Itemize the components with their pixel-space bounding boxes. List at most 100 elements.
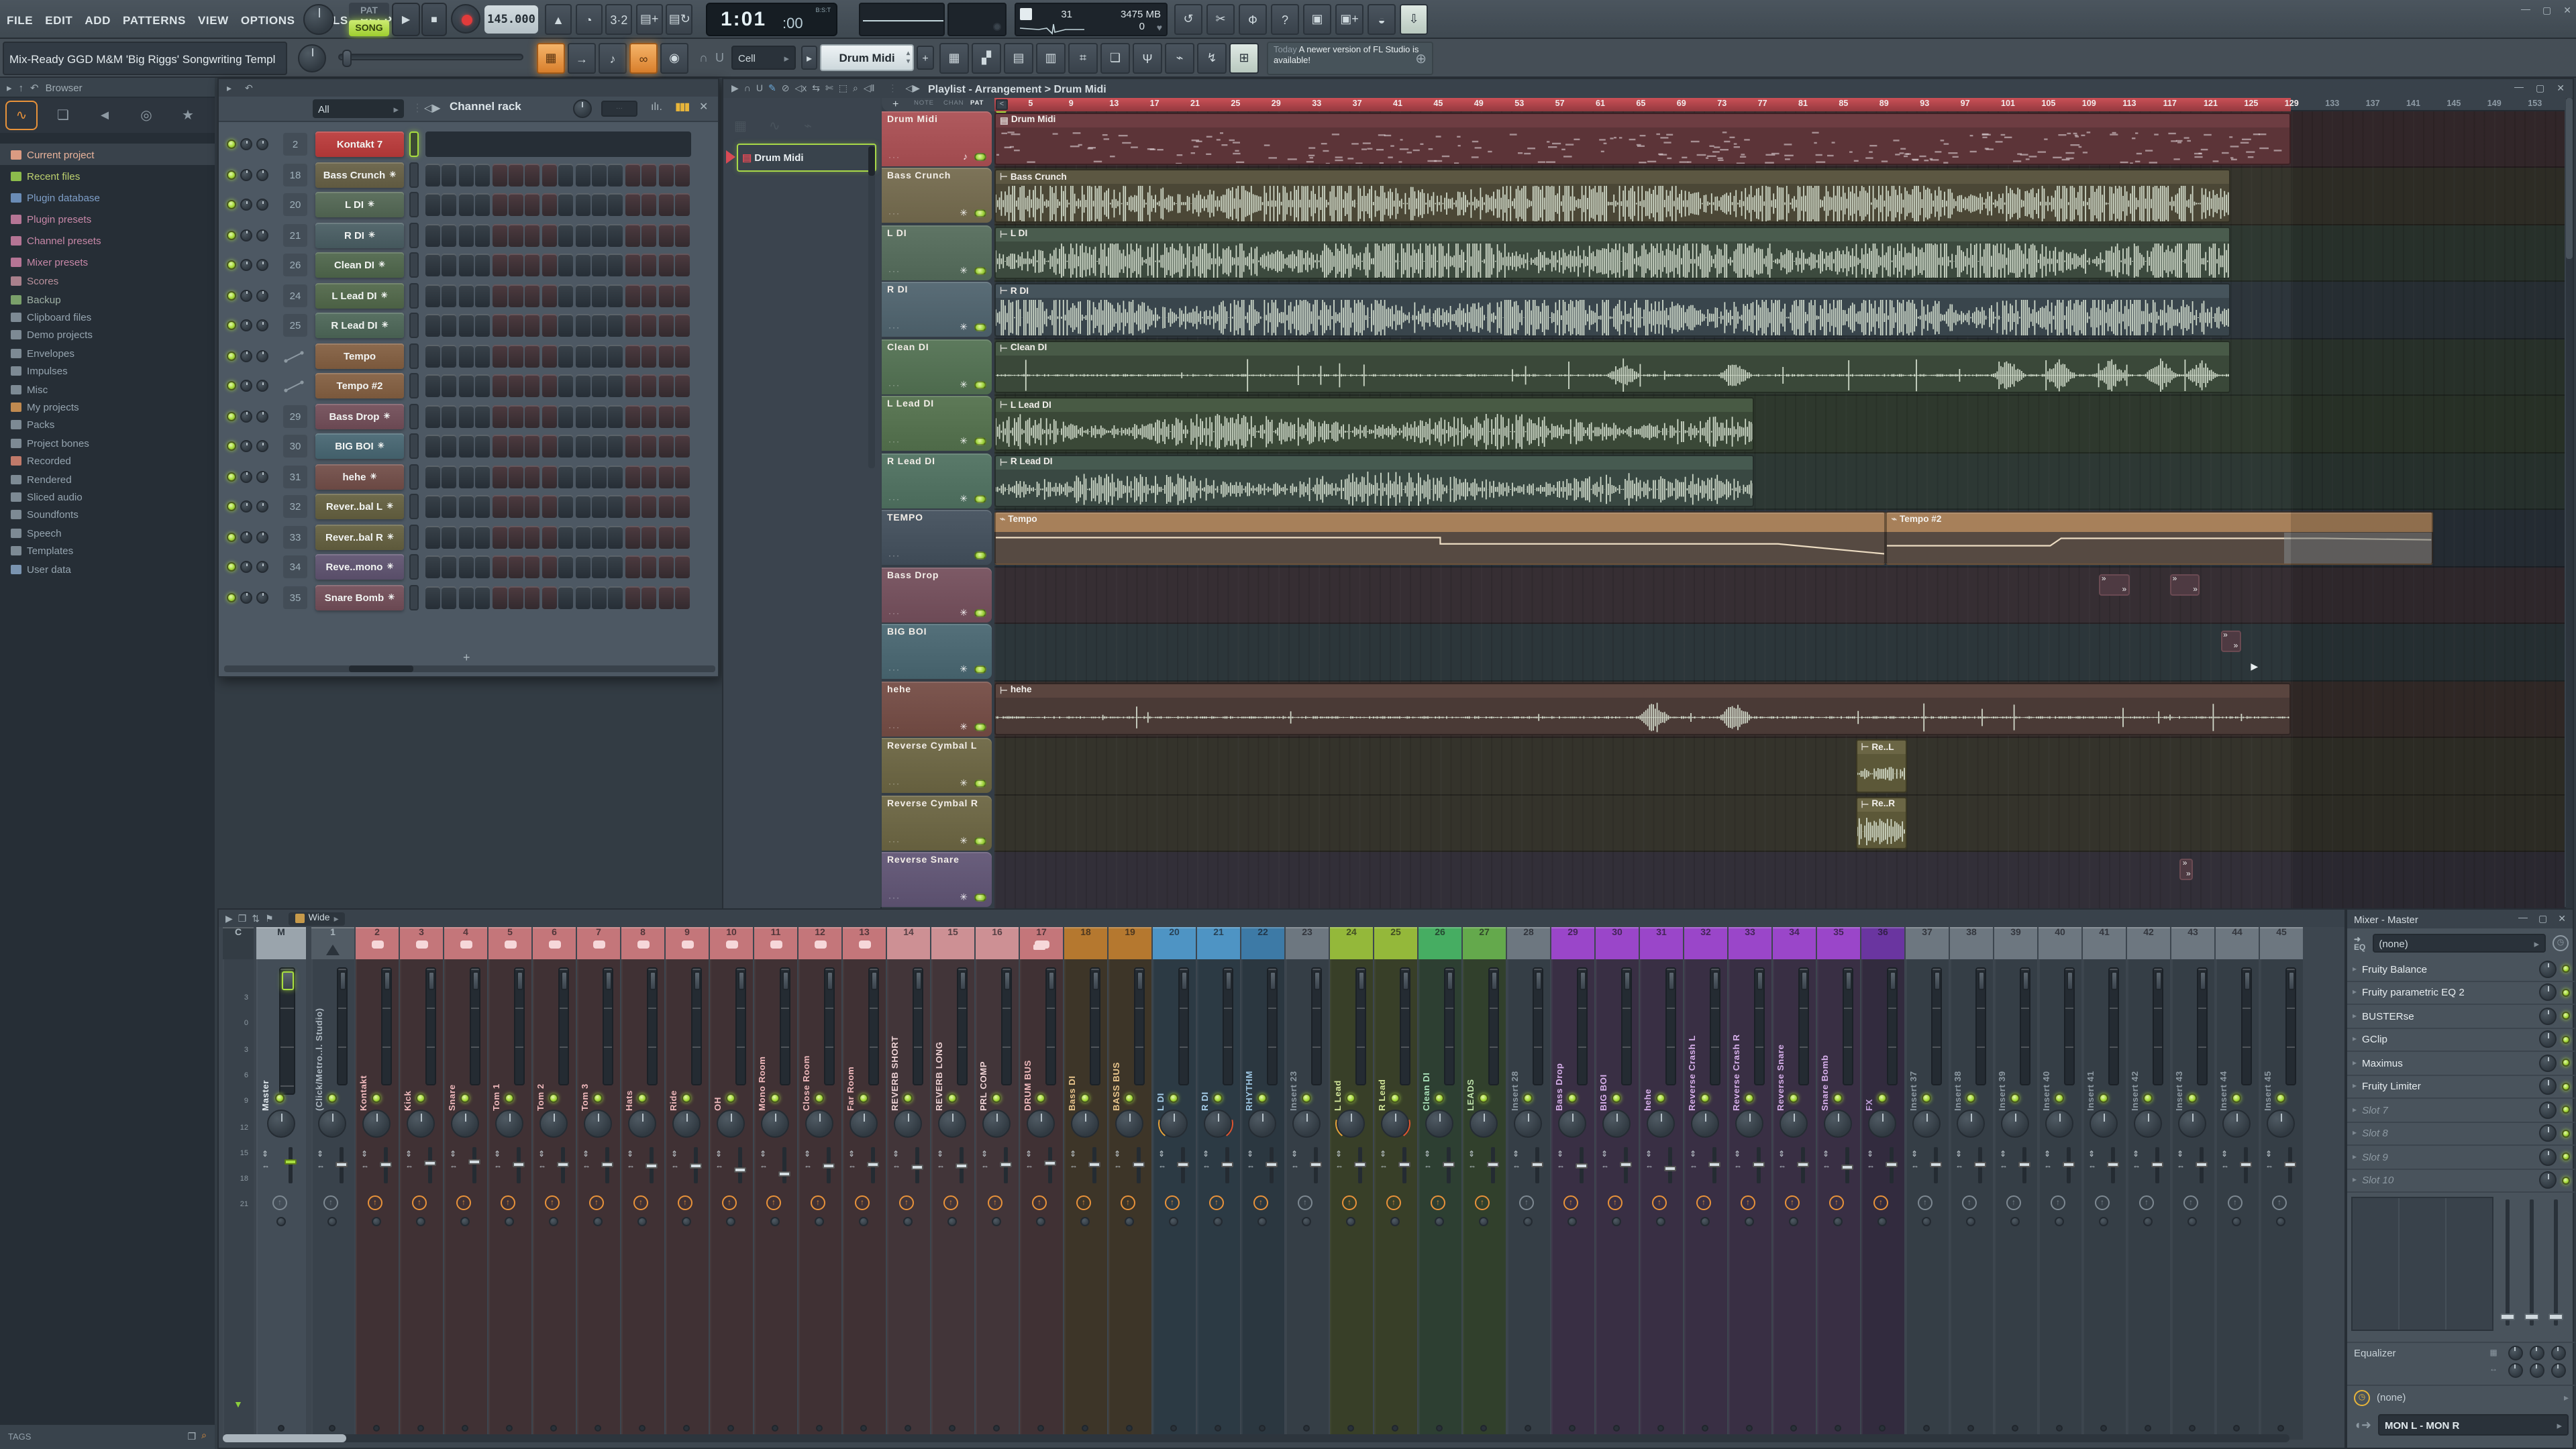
step-cell[interactable] <box>575 525 590 548</box>
strip-pan-knob[interactable] <box>2001 1110 2029 1138</box>
stereo-icon[interactable]: ⇕ <box>937 1150 943 1159</box>
strip-pan-knob[interactable] <box>2178 1110 2206 1138</box>
step-edit-icon[interactable]: → <box>568 43 596 74</box>
step-cell[interactable] <box>641 495 657 518</box>
route-icon[interactable]: ↑ <box>456 1195 471 1210</box>
channel-number[interactable]: 29 <box>283 405 307 427</box>
stereo-icon[interactable]: ⇕ <box>2132 1150 2139 1159</box>
strip-mini-fader[interactable] <box>1753 1147 1765 1183</box>
strip-fader[interactable] <box>1577 967 1588 1085</box>
strip-fader[interactable] <box>868 967 879 1085</box>
channel-button[interactable]: Tempo #2 <box>315 373 404 398</box>
pan-icon[interactable]: ⇔ <box>317 1163 325 1171</box>
strip-bottom-dot[interactable] <box>949 1425 956 1432</box>
playlist-icon[interactable]: ▤ <box>1004 43 1033 74</box>
strip-bottom-dot[interactable] <box>1746 1425 1753 1432</box>
step-cell[interactable] <box>492 465 507 488</box>
strip-led[interactable] <box>1523 1093 1533 1103</box>
step-cell[interactable] <box>625 405 640 427</box>
rack-close-icon[interactable]: ✕ <box>699 101 708 113</box>
strip-fader-handle[interactable] <box>1800 971 1807 990</box>
strip-fader[interactable] <box>1400 967 1410 1085</box>
step-cell[interactable] <box>558 465 574 488</box>
step-cell[interactable] <box>492 586 507 608</box>
strip-fader-handle[interactable] <box>1313 971 1320 990</box>
strip-fader[interactable] <box>1090 967 1100 1085</box>
strip-fader[interactable] <box>1045 967 1056 1085</box>
mini-fader-handle[interactable] <box>1443 1162 1455 1167</box>
step-cell[interactable] <box>592 525 607 548</box>
stereo-icon[interactable]: ⇕ <box>1158 1150 1165 1159</box>
mini-fader-handle[interactable] <box>2018 1162 2030 1167</box>
playlist-maximize-icon[interactable]: ▢ <box>2536 83 2544 94</box>
strip-pan-knob[interactable] <box>761 1110 789 1138</box>
strip-fader[interactable] <box>1178 967 1189 1085</box>
strip-led[interactable] <box>1346 1093 1355 1103</box>
strip-mini-fader[interactable] <box>1487 1147 1499 1183</box>
strip-fader[interactable] <box>603 967 613 1085</box>
clip-l-di-0[interactable]: ⊢ L DI <box>994 226 2231 279</box>
strip-mini-fader[interactable] <box>513 1147 525 1183</box>
slot-enable-led[interactable] <box>2562 1012 2570 1020</box>
stereo-icon[interactable]: ⇕ <box>538 1150 545 1159</box>
fx-knob[interactable] <box>1435 1217 1444 1226</box>
step-cell[interactable] <box>575 284 590 307</box>
channel-button[interactable]: R DI ✳ <box>315 222 404 248</box>
strip-fader[interactable] <box>1754 967 1765 1085</box>
audio-tab[interactable]: ∿ <box>5 101 38 130</box>
track-options-icon[interactable]: ··· <box>888 781 900 789</box>
channel-volume-knob[interactable] <box>256 531 268 543</box>
step-cell[interactable] <box>458 344 474 367</box>
step-cell[interactable] <box>542 374 557 397</box>
playlist-vscroll-thumb[interactable] <box>2566 98 2573 259</box>
channel-select-strip[interactable] <box>409 433 419 459</box>
fx-knob[interactable] <box>682 1217 691 1226</box>
step-cell[interactable] <box>425 555 440 578</box>
strip-led[interactable] <box>1700 1093 1710 1103</box>
step-cell[interactable] <box>525 314 540 337</box>
browser-item-channel-presets[interactable]: Channel presets <box>0 229 215 251</box>
step-cell[interactable] <box>675 586 690 608</box>
step-cell[interactable] <box>458 163 474 186</box>
mixer-strip-2[interactable]: 2 Kontakt ⇕ ⇔ ↑ <box>356 927 399 1440</box>
stereo-icon[interactable]: ⇕ <box>1557 1150 1563 1159</box>
track-mute-led[interactable] <box>974 323 986 331</box>
mini-fader-handle[interactable] <box>1221 1162 1233 1167</box>
strip-fader[interactable] <box>691 967 702 1085</box>
strip-bottom-dot[interactable] <box>727 1425 734 1432</box>
stereo-icon[interactable]: ⇕ <box>1734 1150 1741 1159</box>
mixer-strip-40[interactable]: 40 Insert 40 ⇕ ⇔ ↑ <box>2039 927 2081 1440</box>
strip-fader-handle[interactable] <box>1933 971 1940 990</box>
strip-led[interactable] <box>1125 1093 1134 1103</box>
pan-icon[interactable]: ⇔ <box>2044 1163 2052 1171</box>
step-cell[interactable] <box>641 163 657 186</box>
pan-icon[interactable]: ⇔ <box>361 1163 369 1171</box>
step-cell[interactable] <box>608 284 623 307</box>
panel-minimize-icon[interactable]: — <box>2518 914 2528 924</box>
pan-icon[interactable]: ⇔ <box>804 1163 812 1171</box>
strip-mini-fader[interactable] <box>956 1147 968 1183</box>
step-cell[interactable] <box>475 405 491 427</box>
stereo-icon[interactable]: ⇕ <box>1601 1150 1608 1159</box>
step-cell[interactable] <box>492 314 507 337</box>
route-icon[interactable]: ↑ <box>1253 1195 1268 1210</box>
step-cell[interactable] <box>641 254 657 276</box>
strip-bottom-dot[interactable] <box>1967 1425 1974 1432</box>
mini-fader-handle[interactable] <box>956 1163 968 1169</box>
channel-volume-knob[interactable] <box>256 470 268 482</box>
step-cell[interactable] <box>458 284 474 307</box>
route-icon[interactable]: ↑ <box>589 1195 604 1210</box>
strip-pan-knob[interactable] <box>451 1110 479 1138</box>
route-icon[interactable]: ↑ <box>1696 1195 1711 1210</box>
picker-vscrollbar[interactable] <box>868 146 875 468</box>
tools-icon[interactable]: ↯ <box>1197 43 1227 74</box>
step-cell[interactable] <box>558 586 574 608</box>
mixer-strip-23[interactable]: 23 Insert 23 ⇕ ⇔ ↑ <box>1286 927 1329 1440</box>
step-cell[interactable] <box>509 555 523 578</box>
track-options-icon[interactable]: ··· <box>888 724 900 732</box>
strip-fader[interactable] <box>425 967 436 1085</box>
step-cell[interactable] <box>558 254 574 276</box>
mixer-strip-37[interactable]: 37 Insert 37 ⇕ ⇔ ↑ <box>1906 927 1949 1440</box>
tags-box-icon[interactable]: ❒ <box>188 1432 197 1442</box>
route-icon[interactable]: ↑ <box>412 1195 427 1210</box>
